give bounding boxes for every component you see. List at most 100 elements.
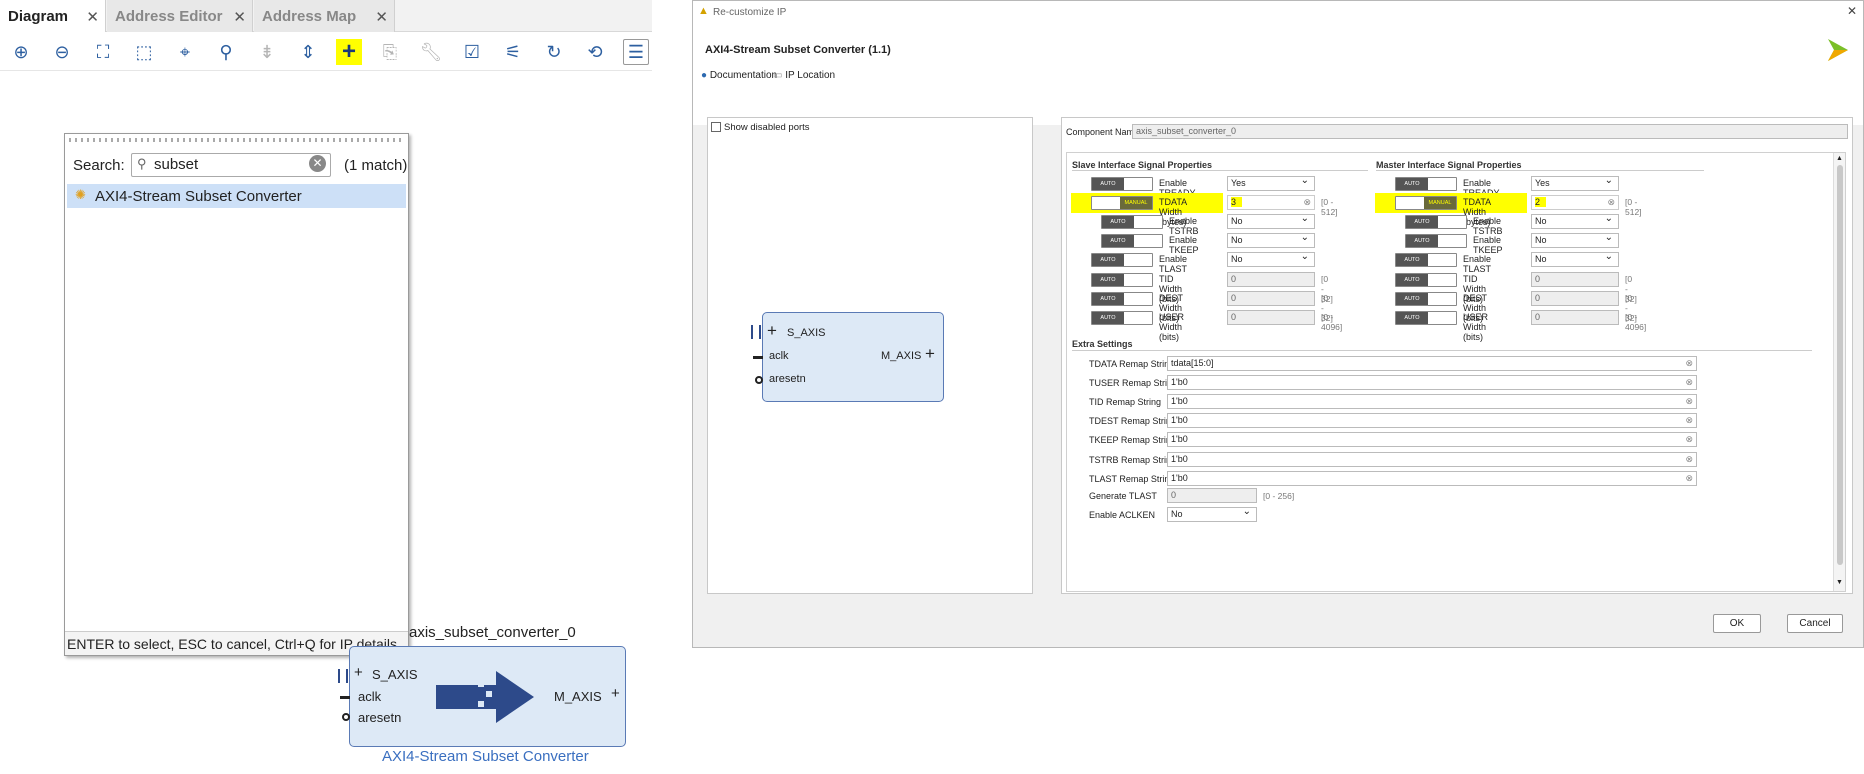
auto-manual-toggle[interactable]: AUTO	[1091, 311, 1153, 325]
menu-icon[interactable]: ☰	[623, 39, 649, 65]
remap-label: TSTRB Remap String	[1089, 455, 1177, 465]
generate-tlast-field[interactable]: 0	[1167, 488, 1257, 503]
port-aclk[interactable]: aclk	[358, 689, 381, 704]
scroll-thumb[interactable]	[1837, 165, 1843, 565]
param-select[interactable]: No	[1531, 251, 1619, 267]
close-icon[interactable]: ✕	[375, 8, 388, 26]
port-s-axis[interactable]: S_AXIS	[372, 667, 418, 682]
param-select[interactable]: No	[1531, 232, 1619, 248]
clear-icon[interactable]: ⊗	[1685, 454, 1693, 465]
scroll-down-icon[interactable]: ▼	[1836, 579, 1843, 586]
tab-address-map[interactable]: Address Map ✕	[254, 0, 395, 32]
auto-manual-toggle[interactable]: AUTO	[1395, 253, 1457, 267]
ok-button[interactable]: OK	[1713, 614, 1761, 633]
auto-manual-toggle[interactable]: AUTO	[1091, 253, 1153, 267]
regenerate-icon[interactable]: ↻	[541, 39, 567, 65]
param-input[interactable]: 0	[1531, 272, 1619, 287]
auto-manual-toggle[interactable]: AUTO	[1101, 215, 1163, 229]
param-value: 0	[1535, 312, 1541, 322]
param-input[interactable]: 0	[1227, 272, 1315, 287]
documentation-link[interactable]: ● Documentation	[701, 70, 777, 81]
cancel-button[interactable]: Cancel	[1787, 614, 1843, 633]
port-m-axis[interactable]: M_AXIS	[554, 689, 602, 704]
auto-manual-toggle[interactable]: AUTO	[1395, 273, 1457, 287]
tab-diagram[interactable]: Diagram ✕	[0, 0, 106, 32]
param-input[interactable]: 3 ⊗	[1227, 195, 1315, 210]
select-value: No	[1171, 509, 1183, 519]
close-icon[interactable]: ✕	[233, 8, 246, 26]
info-icon: ●	[701, 70, 708, 81]
param-input[interactable]: 0	[1531, 310, 1619, 325]
clear-icon[interactable]: ⊗	[1685, 396, 1693, 407]
clear-icon[interactable]: ⊗	[1685, 473, 1693, 484]
collapse-icon[interactable]: ⇟	[254, 39, 280, 65]
remap-input[interactable]: 1'b0 ⊗	[1167, 452, 1697, 467]
zoom-in-icon[interactable]: ⊕	[8, 39, 34, 65]
divider	[1072, 350, 1812, 351]
search-input[interactable]: ⚲ subset ✕	[131, 153, 331, 177]
tab-address-editor[interactable]: Address Editor ✕	[107, 0, 253, 32]
param-select[interactable]: No	[1227, 213, 1315, 229]
popup-grip[interactable]	[69, 138, 404, 142]
auto-manual-toggle[interactable]: AUTO	[1101, 234, 1163, 248]
auto-manual-toggle[interactable]: AUTO	[1091, 273, 1153, 287]
auto-manual-toggle[interactable]: AUTO	[1091, 177, 1153, 191]
param-select[interactable]: Yes	[1227, 175, 1315, 191]
plus-icon[interactable]: +	[354, 664, 363, 681]
param-select[interactable]: No	[1227, 232, 1315, 248]
param-input[interactable]: 0	[1227, 291, 1315, 306]
ip-block[interactable]: + S_AXIS aclk aresetn M_AXIS +	[338, 646, 626, 747]
auto-manual-toggle[interactable]: AUTO	[1395, 311, 1457, 325]
show-disabled-checkbox[interactable]	[711, 122, 721, 132]
center-icon[interactable]: ⌖	[172, 39, 198, 65]
validate-icon[interactable]: ☑	[459, 39, 485, 65]
plus-icon[interactable]: +	[611, 685, 620, 702]
clear-icon[interactable]: ✕	[309, 155, 326, 172]
remap-input[interactable]: 1'b0 ⊗	[1167, 413, 1697, 428]
param-input[interactable]: 2 ⊗	[1531, 195, 1619, 210]
clear-icon[interactable]: ⊗	[1685, 377, 1693, 388]
port-aresetn[interactable]: aresetn	[358, 710, 401, 725]
param-select[interactable]: Yes	[1531, 175, 1619, 191]
auto-manual-toggle[interactable]: AUTO	[1405, 234, 1467, 248]
remap-input[interactable]: tdata[15:0] ⊗	[1167, 356, 1697, 371]
clear-icon[interactable]: ⊗	[1607, 197, 1615, 208]
scroll-up-icon[interactable]: ▲	[1836, 155, 1843, 162]
param-input[interactable]: 0	[1531, 291, 1619, 306]
zoom-out-icon[interactable]: ⊖	[49, 39, 75, 65]
optimize-icon[interactable]: ⟲	[582, 39, 608, 65]
auto-manual-toggle[interactable]: AUTO	[1395, 177, 1457, 191]
clear-icon[interactable]: ⊗	[1303, 197, 1311, 208]
expand-icon[interactable]: ⇕	[295, 39, 321, 65]
enable-aclken-select[interactable]: No	[1167, 506, 1257, 522]
auto-manual-toggle[interactable]: MANUAL	[1091, 196, 1153, 210]
close-icon[interactable]: ✕	[1847, 4, 1857, 18]
remap-input[interactable]: 1'b0 ⊗	[1167, 471, 1697, 486]
properties-icon[interactable]: 🔧︎	[418, 39, 444, 65]
plus-icon: +	[767, 321, 777, 340]
zoom-fit-icon[interactable]: ⛶	[90, 39, 116, 65]
param-select[interactable]: No	[1531, 213, 1619, 229]
search-result-item[interactable]: ✺ AXI4-Stream Subset Converter	[67, 184, 406, 208]
auto-manual-toggle[interactable]: AUTO	[1405, 215, 1467, 229]
ip-location-link[interactable]: ▭ IP Location	[773, 70, 835, 81]
auto-manual-toggle[interactable]: AUTO	[1091, 292, 1153, 306]
remap-input[interactable]: 1'b0 ⊗	[1167, 394, 1697, 409]
param-input[interactable]: 0	[1227, 310, 1315, 325]
remap-input[interactable]: 1'b0 ⊗	[1167, 432, 1697, 447]
auto-manual-toggle[interactable]: MANUAL	[1395, 196, 1457, 210]
auto-manual-toggle[interactable]: AUTO	[1395, 292, 1457, 306]
add-ip-icon[interactable]: +	[336, 38, 362, 65]
zoom-area-icon[interactable]: ⬚	[131, 39, 157, 65]
remap-input[interactable]: 1'b0 ⊗	[1167, 375, 1697, 390]
add-module-icon[interactable]: ⎘	[377, 39, 403, 65]
close-icon[interactable]: ✕	[86, 8, 99, 26]
param-select[interactable]: No	[1227, 251, 1315, 267]
search-icon[interactable]: ⚲	[213, 39, 239, 65]
scrollbar[interactable]: ▲ ▼	[1833, 153, 1845, 591]
clear-icon[interactable]: ⊗	[1685, 358, 1693, 369]
component-name-field[interactable]: axis_subset_converter_0	[1132, 124, 1848, 139]
clear-icon[interactable]: ⊗	[1685, 434, 1693, 445]
pin-icon[interactable]: ⚟	[500, 39, 526, 65]
clear-icon[interactable]: ⊗	[1685, 415, 1693, 426]
